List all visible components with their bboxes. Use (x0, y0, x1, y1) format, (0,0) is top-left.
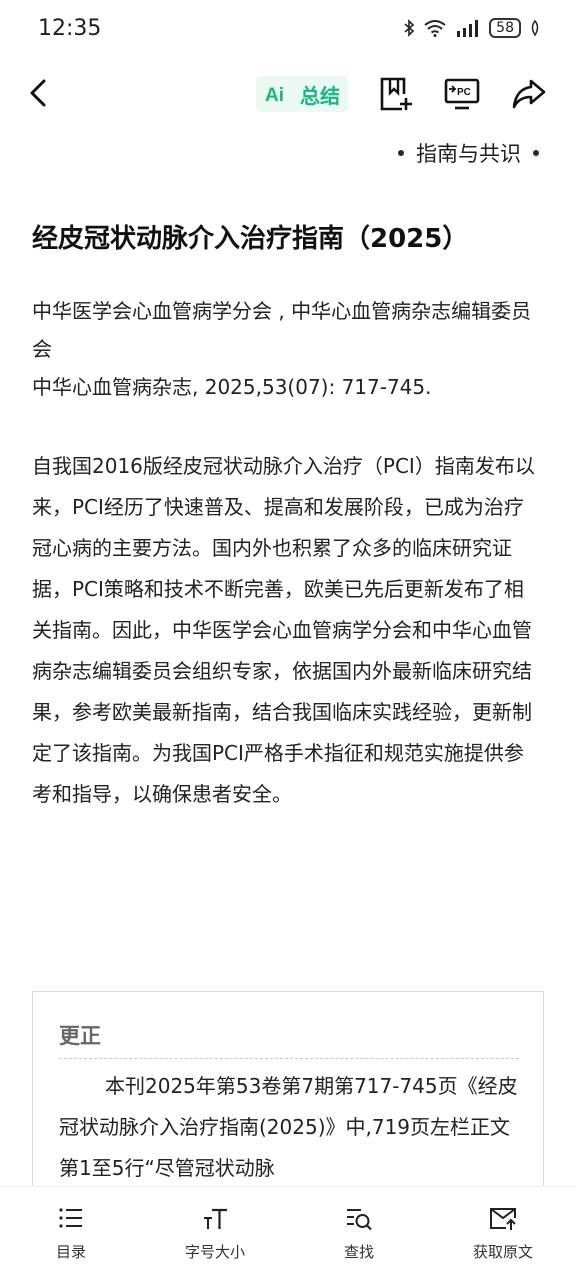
ai-summary-label: 总结 (300, 83, 340, 108)
find-button[interactable]: 查找 (304, 1203, 414, 1262)
status-icons: 58 (403, 18, 541, 38)
article-authors: 中华医学会心血管病学分会 , 中华心血管病杂志编辑委员会 (32, 299, 532, 361)
top-toolbar: Ai 总结 PC (0, 62, 575, 128)
article-citation: 中华心血管病杂志, 2025,53(07): 717-745. (32, 375, 432, 399)
contents-label: 目录 (55, 1243, 86, 1261)
status-bar: 12:35 58 (0, 0, 575, 62)
correction-text: 本刊2025年第53卷第7期第717-745页《经皮冠状动脉介入治疗指南(202… (59, 1074, 518, 1180)
bullet-dot (398, 150, 404, 156)
find-in-page-icon (347, 1209, 372, 1231)
ai-icon: Ai (265, 85, 284, 105)
get-original-button[interactable]: 获取原文 (448, 1203, 558, 1262)
bookmark-add-icon (380, 77, 412, 111)
article-abstract: 自我国2016版经皮冠状动脉介入治疗（PCI）指南发布以来，PCI经历了快速普及… (32, 454, 535, 806)
pc-view-button[interactable]: PC (442, 74, 482, 114)
font-size-icon (204, 1208, 227, 1229)
correction-title: 更正 (59, 1024, 101, 1048)
status-time: 12:35 (38, 16, 102, 41)
pc-icon-text: PC (457, 87, 471, 98)
ai-summary-button[interactable]: Ai 总结 (256, 76, 348, 112)
back-button[interactable] (22, 76, 56, 110)
add-bookmark-button[interactable] (375, 74, 415, 114)
chevron-left-icon (30, 79, 46, 107)
list-icon (59, 1208, 82, 1228)
bullet-dot (533, 150, 539, 156)
leaf-icon (531, 19, 539, 37)
contents-button[interactable]: 目录 (16, 1203, 126, 1262)
signal-icon (457, 20, 479, 37)
category-tag[interactable]: 指南与共识 (398, 138, 539, 168)
category-label: 指南与共识 (416, 142, 521, 166)
wifi-icon (424, 20, 446, 37)
divider (59, 1058, 519, 1059)
mail-send-icon (490, 1208, 516, 1230)
ai-icon-text: Ai (265, 85, 284, 105)
article-title: 经皮冠状动脉介入治疗指南（2025） (32, 224, 469, 254)
find-label: 查找 (343, 1243, 374, 1261)
share-button[interactable] (509, 74, 549, 114)
font-size-button[interactable]: 字号大小 (160, 1203, 270, 1262)
battery-indicator: 58 (489, 18, 521, 38)
font-size-label: 字号大小 (184, 1243, 245, 1261)
monitor-pc-icon: PC (444, 78, 480, 110)
article-meta: 中华医学会心血管病学分会 , 中华心血管病杂志编辑委员会 中华心血管病杂志, 2… (32, 292, 542, 406)
get-original-label: 获取原文 (472, 1243, 533, 1261)
bluetooth-icon (404, 19, 415, 37)
bottom-navigation: 目录 字号大小 查找 获取原文 (0, 1186, 575, 1280)
share-arrow-icon (512, 79, 546, 109)
